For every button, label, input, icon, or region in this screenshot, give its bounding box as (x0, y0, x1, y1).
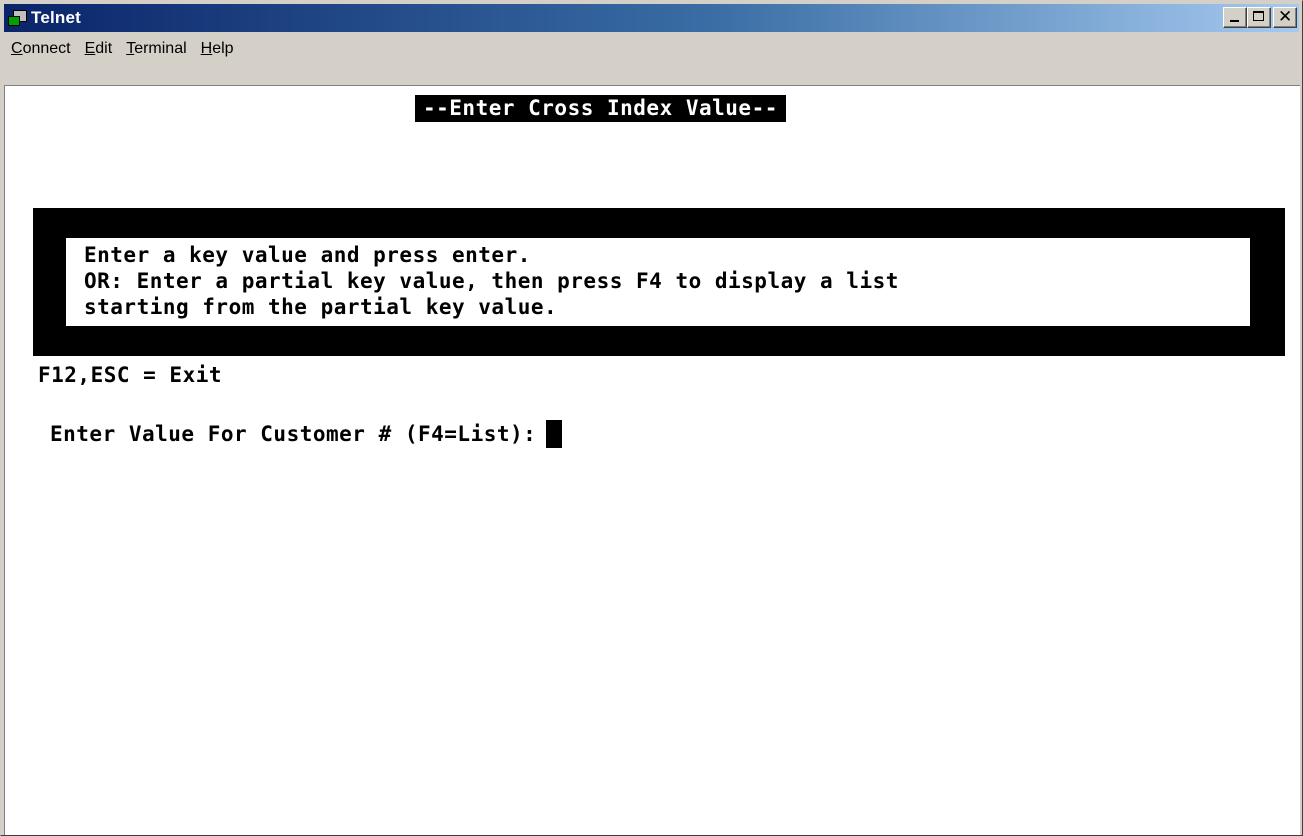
maximize-button[interactable] (1247, 7, 1271, 28)
telnet-window: Telnet ✕ Connect Edit Terminal Help --En… (0, 0, 1303, 836)
menu-connect[interactable]: Connect (4, 40, 78, 58)
caption-buttons: ✕ (1223, 7, 1297, 28)
menu-bar: Connect Edit Terminal Help (4, 34, 1299, 64)
menu-help-rest: elp (212, 40, 234, 57)
close-icon: ✕ (1278, 7, 1293, 27)
instruction-box: Enter a key value and press enter. OR: E… (66, 238, 1250, 326)
instruction-line-3: starting from the partial key value. (84, 295, 558, 319)
menu-help[interactable]: Help (194, 40, 241, 58)
instruction-line-1: Enter a key value and press enter. (84, 243, 531, 267)
window-title: Telnet (31, 8, 82, 27)
customer-prompt: Enter Value For Customer # (F4=List): (50, 420, 563, 448)
menu-connect-rest: onnect (22, 40, 71, 57)
menu-edit[interactable]: Edit (78, 40, 120, 58)
telnet-app-icon[interactable] (7, 8, 27, 28)
close-button[interactable]: ✕ (1273, 7, 1297, 28)
instruction-frame: Enter a key value and press enter. OR: E… (33, 208, 1285, 356)
menu-terminal[interactable]: Terminal (119, 40, 193, 58)
maximize-icon (1253, 11, 1264, 21)
screen-title: --Enter Cross Index Value-- (415, 95, 786, 122)
minimize-button[interactable] (1223, 7, 1247, 28)
instruction-line-2: OR: Enter a partial key value, then pres… (84, 269, 899, 293)
minimize-icon (1230, 20, 1239, 22)
prompt-label: Enter Value For Customer # (F4=List): (50, 422, 537, 446)
terminal-screen[interactable]: --Enter Cross Index Value-- Enter a key … (4, 85, 1300, 835)
exit-hint: F12,ESC = Exit (38, 363, 223, 387)
text-cursor (546, 420, 563, 448)
title-bar[interactable]: Telnet ✕ (4, 4, 1299, 32)
menu-edit-rest: dit (95, 40, 113, 57)
menu-terminal-rest: erminal (134, 40, 187, 57)
